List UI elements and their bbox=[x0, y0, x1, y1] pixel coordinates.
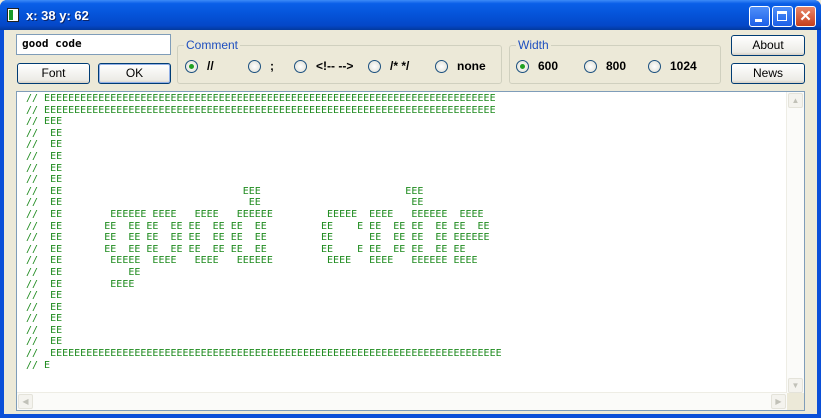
comment-option-label: /* */ bbox=[390, 59, 410, 73]
window-title: x: 38 y: 62 bbox=[26, 8, 89, 23]
client-area: good code Font OK Comment // ; <!-- --> … bbox=[4, 30, 817, 414]
radio-unchecked-icon bbox=[435, 60, 448, 73]
app-window: x: 38 y: 62 ✕ good code Font OK Comment … bbox=[0, 0, 821, 418]
font-button[interactable]: Font bbox=[17, 63, 90, 84]
close-button[interactable]: ✕ bbox=[795, 6, 816, 27]
text-input[interactable]: good code bbox=[16, 34, 171, 55]
scroll-right-icon[interactable]: ▶ bbox=[771, 394, 786, 409]
width-option-label: 600 bbox=[538, 59, 559, 73]
width-radio-600[interactable]: 600 bbox=[516, 59, 576, 75]
radio-checked-icon bbox=[185, 60, 198, 73]
maximize-button[interactable] bbox=[772, 6, 793, 27]
comment-radio-html[interactable]: <!-- --> bbox=[294, 59, 364, 75]
about-button[interactable]: About bbox=[731, 35, 805, 56]
scroll-up-icon[interactable]: ▲ bbox=[788, 93, 803, 108]
comment-group-label: Comment bbox=[184, 38, 241, 52]
horizontal-scrollbar[interactable]: ◀ ▶ bbox=[17, 392, 787, 410]
width-radio-800[interactable]: 800 bbox=[584, 59, 644, 75]
comment-radio-slashes[interactable]: // bbox=[185, 59, 245, 75]
comment-option-label: none bbox=[457, 59, 486, 73]
comment-group: Comment // ; <!-- --> /* */ none bbox=[177, 38, 502, 84]
comment-option-label: // bbox=[207, 59, 214, 73]
width-option-label: 800 bbox=[606, 59, 627, 73]
ok-button[interactable]: OK bbox=[98, 63, 171, 84]
comment-radio-none[interactable]: none bbox=[435, 59, 495, 75]
news-button[interactable]: News bbox=[731, 63, 805, 84]
vertical-scrollbar[interactable]: ▲ ▼ bbox=[786, 92, 804, 394]
minimize-button[interactable] bbox=[749, 6, 770, 27]
radio-checked-icon bbox=[516, 60, 529, 73]
minimize-icon bbox=[755, 19, 762, 22]
width-radio-1024[interactable]: 1024 bbox=[648, 59, 714, 75]
close-icon: ✕ bbox=[799, 8, 812, 25]
radio-unchecked-icon bbox=[248, 60, 261, 73]
width-group-label: Width bbox=[516, 38, 551, 52]
title-bar[interactable]: x: 38 y: 62 ✕ bbox=[0, 0, 821, 30]
comment-radio-semicolon[interactable]: ; bbox=[248, 59, 288, 75]
comment-radio-c-style[interactable]: /* */ bbox=[368, 59, 428, 75]
maximize-icon bbox=[777, 11, 787, 21]
width-option-label: 1024 bbox=[670, 59, 697, 73]
scrollbar-corner bbox=[787, 393, 804, 410]
width-group: Width 600 800 1024 bbox=[509, 38, 721, 84]
radio-unchecked-icon bbox=[294, 60, 307, 73]
code-output-area[interactable]: // EEEEEEEEEEEEEEEEEEEEEEEEEEEEEEEEEEEEE… bbox=[16, 91, 805, 411]
radio-unchecked-icon bbox=[368, 60, 381, 73]
app-icon[interactable] bbox=[7, 8, 19, 22]
comment-option-label: ; bbox=[270, 59, 274, 73]
scroll-down-icon[interactable]: ▼ bbox=[788, 378, 803, 393]
scroll-left-icon[interactable]: ◀ bbox=[18, 394, 33, 409]
radio-unchecked-icon bbox=[584, 60, 597, 73]
radio-unchecked-icon bbox=[648, 60, 661, 73]
comment-option-label: <!-- --> bbox=[316, 59, 354, 73]
ascii-art-text[interactable]: // EEEEEEEEEEEEEEEEEEEEEEEEEEEEEEEEEEEEE… bbox=[26, 93, 502, 371]
